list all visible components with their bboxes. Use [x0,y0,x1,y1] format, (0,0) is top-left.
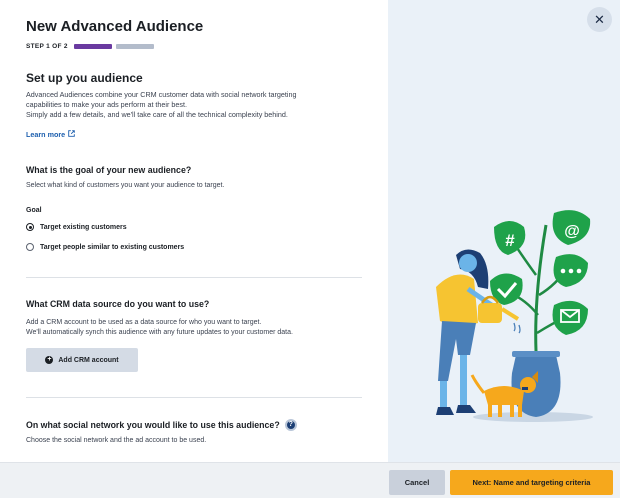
add-crm-account-label: Add CRM account [58,356,119,364]
goal-option-existing[interactable]: Target existing customers [26,223,127,231]
setup-heading: Set up you audience [26,71,143,85]
water-drop [513,322,516,332]
svg-text:@: @ [564,223,580,240]
goal-field-label: Goal [26,207,42,214]
setup-description-line: capabilities to make your ads perform at… [26,100,187,109]
close-icon: ✕ [594,11,605,27]
crm-heading: What CRM data source do you want to use? [26,299,210,309]
setup-description-line: Advanced Audiences combine your CRM cust… [26,90,297,99]
at-sign-icon: @ [552,210,591,245]
crm-description: Add a CRM account to be used as a data s… [26,318,366,338]
plus-circle-icon: + [45,356,54,364]
section-divider [26,397,362,398]
radio-unselected[interactable] [26,243,34,251]
page-title: New Advanced Audience [26,18,204,35]
learn-more-link[interactable]: Learn more [26,130,75,139]
goal-option-similar[interactable]: Target people similar to existing custom… [26,243,184,251]
radio-selected[interactable] [26,223,34,231]
form-panel: New Advanced Audience STEP 1 OF 2 Set up… [0,0,388,462]
step-label: STEP 1 OF 2 [26,42,68,50]
crm-description-line: We'll automatically synch this audience … [26,329,293,336]
close-button[interactable]: ✕ [587,7,612,32]
crm-description-line: Add a CRM account to be used as a data s… [26,319,262,326]
next-button[interactable]: Next: Name and targeting criteria [450,470,613,495]
envelope-icon [552,300,588,335]
goal-option-label: Target existing customers [40,223,127,231]
social-subtitle: Choose the social network and the ad acc… [26,437,207,444]
learn-more-label: Learn more [26,130,66,139]
cancel-button[interactable]: Cancel [389,470,445,495]
social-heading: On what social network you would like to… [26,419,297,431]
setup-description: Advanced Audiences combine your CRM cust… [26,90,366,120]
goal-option-label: Target people similar to existing custom… [40,243,185,251]
pot-rim [512,351,560,357]
social-heading-text: On what social network you would like to… [26,420,280,430]
step-progress-inactive [115,43,154,49]
goal-subtitle: Select what kind of customers you want y… [26,182,225,189]
add-crm-account-button[interactable]: + Add CRM account [26,348,138,372]
hashtag-icon: # [494,221,526,255]
chat-dots-icon [553,254,588,287]
step-indicator: STEP 1 OF 2 [26,41,154,51]
step-progress-active [73,43,112,49]
section-divider [26,277,362,278]
help-icon[interactable]: ? [284,419,297,431]
setup-description-line: Simply add a few details, and we'll take… [26,110,288,119]
goal-heading: What is the goal of your new audience? [26,165,192,175]
water-drop [518,324,521,334]
external-link-icon [68,130,75,139]
svg-text:#: # [505,231,515,250]
plant-watering-illustration: # @ [436,210,593,422]
